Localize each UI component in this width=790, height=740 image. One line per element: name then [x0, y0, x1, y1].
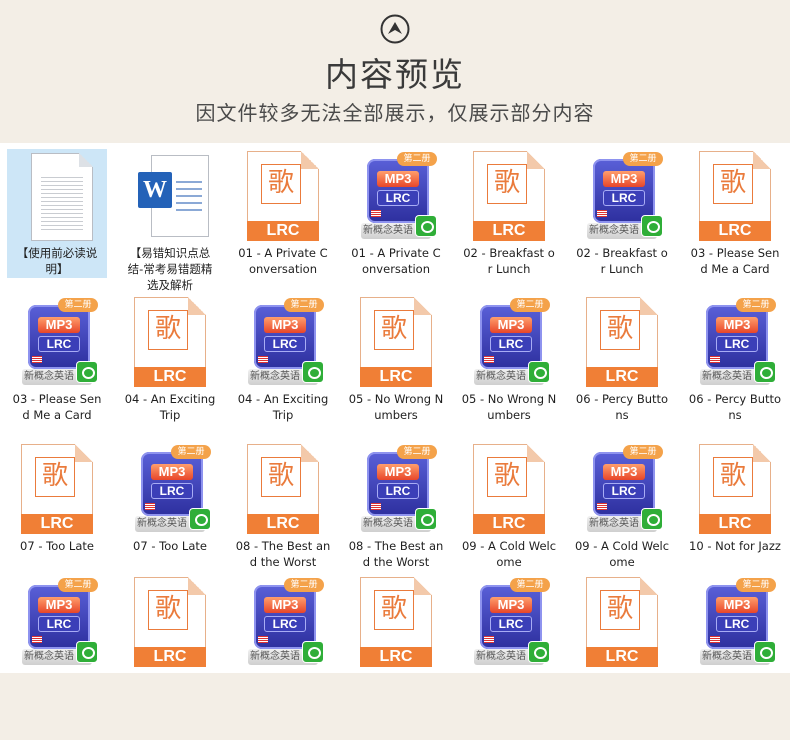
file-item-lrc[interactable]: 歌 LRC 08 - The Best and the Worst: [231, 444, 335, 570]
file-name: 02 - Breakfast or Lunch: [576, 246, 668, 276]
file-item-mp3[interactable]: MP3 LRC 第二册 新概念英语 07 - Too Late: [118, 444, 222, 554]
file-item-mp3[interactable]: MP3 LRC 第二册 新概念英语 09 - A Cold Welcome: [570, 444, 674, 570]
file-item-lrc[interactable]: 歌 LRC: [118, 577, 222, 671]
file-item-mp3[interactable]: MP3 LRC 第二册 新概念英语: [231, 577, 335, 671]
file-item-mp3[interactable]: MP3 LRC 第二册 新概念英语 05 - No Wrong Numbers: [457, 297, 561, 423]
lrc-file-icon: 歌 LRC: [351, 297, 441, 389]
chevron-up-circle-icon: [380, 14, 410, 44]
mp3-file-icon: MP3 LRC 第二册 新概念英语: [351, 444, 441, 536]
file-item-lrc[interactable]: 歌 LRC 01 - A Private Conversation: [231, 151, 335, 277]
file-name: 04 - An Exciting Trip: [124, 392, 216, 422]
file-item-mp3[interactable]: MP3 LRC 第二册 新概念英语 08 - The Best and the Wors…: [344, 444, 448, 570]
lrc-file-icon: 歌 LRC: [238, 444, 328, 536]
lrc-file-icon: 歌 LRC: [690, 444, 780, 536]
file-name: 08 - The Best and the Worst: [348, 539, 444, 569]
file-item-lrc[interactable]: 歌 LRC 04 - An Exciting Trip: [118, 297, 222, 423]
mp3-file-icon: MP3 LRC 第二册 新概念英语: [690, 577, 780, 669]
file-item-lrc[interactable]: 歌 LRC 07 - Too Late: [5, 444, 109, 554]
lrc-file-icon: 歌 LRC: [464, 444, 554, 536]
file-item-lrc[interactable]: 歌 LRC 09 - A Cold Welcome: [457, 444, 561, 570]
doc-file-icon: W: [125, 151, 215, 243]
mp3-file-icon: MP3 LRC 第二册 新概念英语: [464, 577, 554, 669]
page-header: 内容预览 因文件较多无法全部展示，仅展示部分内容: [0, 0, 790, 143]
file-item-mp3[interactable]: MP3 LRC 第二册 新概念英语: [457, 577, 561, 671]
mp3-file-icon: MP3 LRC 第二册 新概念英语: [12, 297, 102, 389]
file-name: 05 - No Wrong Numbers: [348, 392, 444, 422]
file-name: 07 - Too Late: [133, 539, 207, 553]
file-name: 03 - Please Send Me a Card: [690, 246, 780, 276]
lrc-file-icon: 歌 LRC: [577, 297, 667, 389]
file-item-lrc[interactable]: 歌 LRC 03 - Please Send Me a Card: [683, 151, 787, 277]
file-item-lrc[interactable]: 歌 LRC 02 - Breakfast or Lunch: [457, 151, 561, 277]
file-item-lrc[interactable]: 歌 LRC: [344, 577, 448, 671]
file-name: 05 - No Wrong Numbers: [461, 392, 557, 422]
lrc-file-icon: 歌 LRC: [577, 577, 667, 669]
mp3-file-icon: MP3 LRC 第二册 新概念英语: [125, 444, 215, 536]
file-item-lrc[interactable]: 歌 LRC 06 - Percy Buttons: [570, 297, 674, 423]
mp3-file-icon: MP3 LRC 第二册 新概念英语: [577, 151, 667, 243]
lrc-file-icon: 歌 LRC: [238, 151, 328, 243]
file-item-mp3[interactable]: MP3 LRC 第二册 新概念英语 03 - Please Send Me a Card: [5, 297, 109, 423]
file-name: 09 - A Cold Welcome: [574, 539, 670, 569]
file-grid: 【使用前必读说明】 W 【易错知识点总结-常考易错题精选及解析歌 LRC 01 - A …: [0, 143, 790, 673]
file-item-doc[interactable]: W 【易错知识点总结-常考易错题精选及解析: [118, 151, 222, 293]
file-item-lrc[interactable]: 歌 LRC: [570, 577, 674, 671]
mp3-file-icon: MP3 LRC 第二册 新概念英语: [690, 297, 780, 389]
file-name: 【使用前必读说明】: [16, 246, 98, 276]
file-item-mp3[interactable]: MP3 LRC 第二册 新概念英语 01 - A Private Conversatio…: [344, 151, 448, 277]
file-name: 06 - Percy Buttons: [575, 392, 669, 422]
file-name: 07 - Too Late: [20, 539, 94, 553]
lrc-file-icon: 歌 LRC: [12, 444, 102, 536]
lrc-file-icon: 歌 LRC: [125, 297, 215, 389]
file-item-txt[interactable]: 【使用前必读说明】: [5, 151, 109, 277]
file-item-mp3[interactable]: MP3 LRC 第二册 新概念英语: [683, 577, 787, 671]
lrc-file-icon: 歌 LRC: [690, 151, 780, 243]
file-name: 01 - A Private Conversation: [238, 246, 328, 276]
page-title: 内容预览: [325, 55, 465, 94]
file-item-mp3[interactable]: MP3 LRC 第二册 新概念英语: [5, 577, 109, 671]
file-name: 10 - Not for Jazz: [689, 539, 781, 553]
file-name: 06 - Percy Buttons: [688, 392, 782, 422]
file-name: 02 - Breakfast or Lunch: [463, 246, 555, 276]
lrc-file-icon: 歌 LRC: [125, 577, 215, 669]
file-item-lrc[interactable]: 歌 LRC 10 - Not for Jazz: [683, 444, 787, 554]
mp3-file-icon: MP3 LRC 第二册 新概念英语: [577, 444, 667, 536]
txt-file-icon: [12, 151, 102, 243]
file-name: 01 - A Private Conversation: [351, 246, 441, 276]
page-subtitle: 因文件较多无法全部展示，仅展示部分内容: [195, 101, 595, 125]
file-item-mp3[interactable]: MP3 LRC 第二册 新概念英语 04 - An Exciting Trip: [231, 297, 335, 423]
mp3-file-icon: MP3 LRC 第二册 新概念英语: [238, 297, 328, 389]
mp3-file-icon: MP3 LRC 第二册 新概念英语: [238, 577, 328, 669]
file-name: 【易错知识点总结-常考易错题精选及解析: [127, 246, 213, 292]
lrc-file-icon: 歌 LRC: [351, 577, 441, 669]
file-item-lrc[interactable]: 歌 LRC 05 - No Wrong Numbers: [344, 297, 448, 423]
mp3-file-icon: MP3 LRC 第二册 新概念英语: [464, 297, 554, 389]
lrc-file-icon: 歌 LRC: [464, 151, 554, 243]
file-item-mp3[interactable]: MP3 LRC 第二册 新概念英语 06 - Percy Buttons: [683, 297, 787, 423]
mp3-file-icon: MP3 LRC 第二册 新概念英语: [12, 577, 102, 669]
file-item-mp3[interactable]: MP3 LRC 第二册 新概念英语 02 - Breakfast or Lunch: [570, 151, 674, 277]
file-name: 04 - An Exciting Trip: [237, 392, 329, 422]
mp3-file-icon: MP3 LRC 第二册 新概念英语: [351, 151, 441, 243]
file-name: 09 - A Cold Welcome: [461, 539, 557, 569]
file-name: 08 - The Best and the Worst: [235, 539, 331, 569]
file-name: 03 - Please Send Me a Card: [12, 392, 102, 422]
